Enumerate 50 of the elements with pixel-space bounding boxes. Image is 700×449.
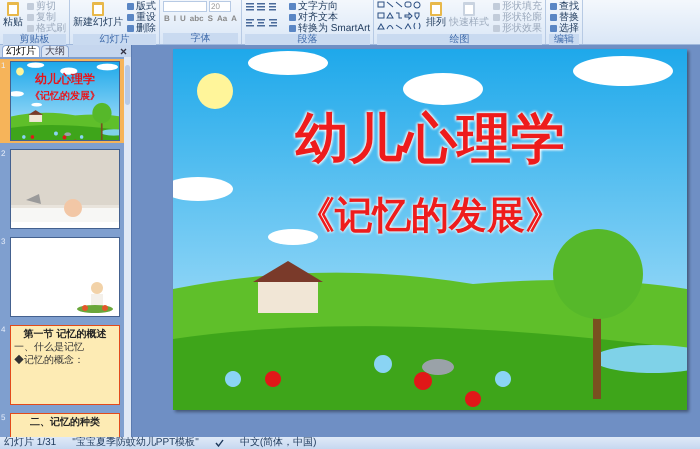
- slide-thumbnail-row[interactable]: 4 第一节 记忆的概述 一、什么是记忆 ◆记忆的概念：: [0, 323, 124, 407]
- group-label: 剪贴板: [3, 34, 66, 45]
- button-icon: [461, 1, 478, 17]
- ribbon-button[interactable]: 文字方向: [288, 1, 370, 12]
- close-icon[interactable]: [120, 48, 127, 55]
- slide-number: 4: [0, 325, 6, 336]
- ribbon-button[interactable]: 新建幻灯片: [73, 1, 123, 28]
- ribbon-button[interactable]: 替换: [549, 12, 580, 23]
- group-label: 幻灯片: [73, 34, 156, 45]
- thumbnail-text: ◆记忆的概念：: [13, 355, 84, 366]
- ribbon-button[interactable]: 重设: [126, 12, 156, 23]
- scrollbar[interactable]: [124, 57, 131, 437]
- button-icon: [5, 1, 21, 17]
- ribbon-button[interactable]: 排列: [426, 1, 446, 28]
- slide-thumbnail[interactable]: [10, 237, 120, 317]
- slide-counter: 幻灯片 1/31: [4, 438, 56, 448]
- button-icon: [90, 1, 106, 17]
- ribbon-button[interactable]: 选择: [549, 23, 580, 34]
- ribbon-button[interactable]: 版式: [126, 1, 156, 12]
- font-name-field[interactable]: [163, 1, 207, 12]
- language-indicator[interactable]: 中文(简体，中国): [240, 438, 316, 448]
- ribbon-button[interactable]: 转换为 SmartArt: [288, 23, 370, 34]
- slide-thumbnail-row[interactable]: 5 二、记忆的种类: [0, 411, 124, 437]
- check-icon[interactable]: [214, 439, 224, 447]
- ribbon-button[interactable]: 查找: [549, 1, 580, 12]
- ribbon-button[interactable]: 删除: [126, 23, 156, 34]
- thumbnail-subtitle: 《记忆的发展》: [30, 91, 100, 102]
- thumbnail-title: 二、记忆的种类: [30, 417, 100, 428]
- thumbnail-title: 幼儿心理学: [35, 72, 95, 86]
- group-label: 字体: [163, 33, 238, 44]
- group-label: 绘图: [377, 34, 542, 45]
- slide-thumbnail[interactable]: 第一节 记忆的概述 一、什么是记忆 ◆记忆的概念：: [10, 325, 120, 405]
- panel-tab[interactable]: 大纲: [41, 45, 69, 57]
- button-icon: [428, 1, 444, 17]
- slide-number: 3: [0, 237, 6, 248]
- slide-number: 2: [0, 149, 6, 160]
- shapes-gallery[interactable]: [377, 1, 424, 31]
- theme-name: "宝宝夏季防蚊幼儿PPT模板": [72, 438, 199, 448]
- ribbon-button[interactable]: 对齐文本: [288, 12, 370, 23]
- thumbnail-title: 第一节 记忆的概述: [24, 329, 106, 340]
- group-label: 段落: [244, 34, 370, 45]
- group-label: 编辑: [549, 34, 580, 45]
- panel-tab[interactable]: 幻灯片: [2, 45, 40, 57]
- slide-subtitle: 《记忆的发展》: [296, 194, 564, 238]
- thumbnail-text: 一、什么是记忆: [13, 342, 84, 353]
- slide-number: 5: [0, 413, 6, 424]
- slide-thumbnail[interactable]: 二、记忆的种类: [10, 413, 120, 437]
- slide-number: 1: [0, 61, 6, 72]
- ribbon-button[interactable]: 粘贴: [3, 1, 23, 28]
- slide-title: 幼儿心理学: [294, 109, 566, 169]
